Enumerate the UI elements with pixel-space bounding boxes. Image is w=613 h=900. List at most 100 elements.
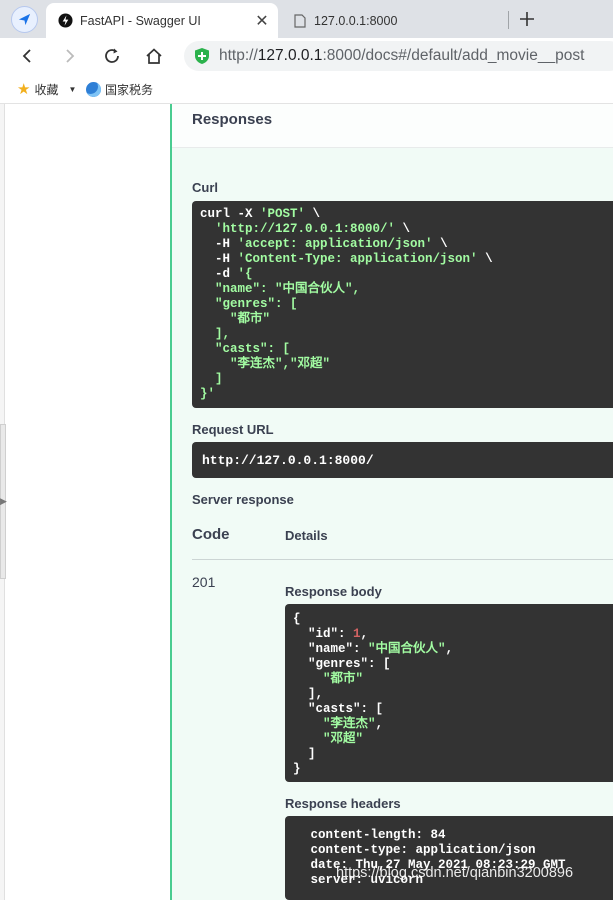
- code-token: -H: [200, 252, 238, 266]
- address-url: http://127.0.0.1:8000/docs#/default/add_…: [219, 47, 585, 64]
- code-token: ,: [445, 642, 454, 656]
- code-token: \: [432, 237, 448, 251]
- fastapi-favicon-icon: [58, 13, 73, 28]
- code-token: :: [338, 627, 354, 641]
- code-token: 1: [353, 627, 361, 641]
- code-line: "name": "中国合伙人",: [200, 282, 613, 297]
- tab-fastapi-swagger[interactable]: FastAPI - Swagger UI ✕: [46, 3, 278, 38]
- code-token: {: [293, 612, 301, 626]
- code-line: ]: [293, 747, 613, 762]
- code-token: 'accept: application/json': [237, 237, 433, 251]
- responses-header: Responses: [172, 104, 613, 148]
- column-header-code: Code: [192, 526, 230, 543]
- code-line: "genres": [: [200, 297, 613, 312]
- response-status-code: 201: [192, 574, 216, 590]
- code-token: :: [353, 642, 369, 656]
- left-pane: ▶: [0, 104, 170, 900]
- code-token: ,: [375, 717, 384, 731]
- tab-close-icon[interactable]: ✕: [252, 11, 272, 31]
- code-line: ],: [200, 327, 613, 342]
- code-line: "name": "中国合伙人",: [293, 642, 613, 657]
- code-token: ],: [293, 687, 324, 701]
- code-token: \: [477, 252, 493, 266]
- code-token: "都市": [200, 312, 271, 326]
- code-line: -H 'Content-Type: application/json' \: [200, 252, 613, 267]
- code-token: \: [305, 207, 321, 221]
- forward-arrow-icon[interactable]: [57, 43, 83, 69]
- request-url-label: Request URL: [192, 422, 274, 437]
- globe-search-icon: [86, 81, 101, 97]
- code-token: }': [200, 387, 216, 401]
- dropdown-caret-icon: ▼: [68, 84, 77, 94]
- code-token: : [: [368, 657, 391, 671]
- bookmark-label: 收藏: [34, 82, 59, 97]
- code-token: 'POST': [260, 207, 306, 221]
- response-headers-code-block[interactable]: content-length: 84 content-type: applica…: [285, 816, 613, 900]
- tab-title: 127.0.0.1:8000: [314, 13, 398, 28]
- response-body-code-block[interactable]: { "id": 1, "name": "中国合伙人", "genres": [ …: [285, 604, 613, 782]
- browser-toolbar: http://127.0.0.1:8000/docs#/default/add_…: [0, 38, 613, 74]
- tab-localhost[interactable]: 127.0.0.1:8000: [280, 3, 506, 38]
- code-line: 'http://127.0.0.1:8000/' \: [200, 222, 613, 237]
- code-line: }': [200, 387, 613, 402]
- code-token: ]: [200, 372, 223, 386]
- code-line: ],: [293, 687, 613, 702]
- page-favicon-icon: [292, 13, 307, 28]
- curl-label: Curl: [192, 180, 218, 195]
- secure-shield-icon: [195, 48, 209, 64]
- code-token: 'http://127.0.0.1:8000/': [200, 222, 396, 236]
- code-token: '{: [237, 267, 253, 281]
- code-line: "都市": [293, 672, 613, 687]
- code-token: ],: [200, 327, 231, 341]
- table-header-divider: [192, 559, 613, 560]
- code-token: "中国合伙人": [368, 642, 446, 656]
- code-line: -H 'accept: application/json' \: [200, 237, 613, 252]
- back-arrow-icon[interactable]: [14, 43, 40, 69]
- response-headers-label: Response headers: [285, 796, 401, 811]
- bookmark-tax[interactable]: 国家税务: [86, 80, 153, 98]
- code-line: {: [293, 612, 613, 627]
- address-bar[interactable]: http://127.0.0.1:8000/docs#/default/add_…: [184, 41, 613, 71]
- code-token: }: [293, 762, 301, 776]
- operation-panel-post: Responses Curl curl -X 'POST' \ 'http://…: [170, 104, 613, 900]
- bookmark-favorites[interactable]: ★ 收藏 ▼: [17, 80, 76, 98]
- code-line: "casts": [: [200, 342, 613, 357]
- reload-icon[interactable]: [99, 43, 125, 69]
- code-token: 'Content-Type: application/json': [237, 252, 478, 266]
- code-token: : [: [360, 702, 384, 716]
- bookmarks-bar: ★ 收藏 ▼ 国家税务: [0, 74, 613, 104]
- code-token: curl -X: [200, 207, 261, 221]
- header-line: content-type: application/json: [303, 843, 544, 857]
- star-icon: ★: [17, 81, 31, 98]
- response-body-label: Response body: [285, 584, 382, 599]
- code-token: "genres": [293, 657, 369, 671]
- tab-divider: [508, 11, 509, 29]
- code-token: ]: [293, 747, 316, 761]
- expand-arrow-icon[interactable]: ▶: [0, 496, 7, 507]
- code-token: "邓超": [293, 732, 364, 746]
- code-token: "name": "中国合伙人",: [200, 282, 361, 296]
- code-line: "genres": [: [293, 657, 613, 672]
- code-token: -H: [200, 237, 238, 251]
- code-line: ]: [200, 372, 613, 387]
- code-token: "casts": [: [200, 342, 291, 356]
- watermark: https://blog.csdn.net/qianbin3200896: [336, 865, 574, 881]
- code-token: "李连杰","邓超": [200, 357, 331, 371]
- code-token: "casts": [293, 702, 361, 716]
- tab-title: FastAPI - Swagger UI: [80, 13, 201, 28]
- request-url-block[interactable]: http://127.0.0.1:8000/: [192, 442, 613, 478]
- column-header-details: Details: [285, 528, 328, 543]
- browser-logo-icon[interactable]: [11, 6, 38, 33]
- code-token: "都市": [293, 672, 364, 686]
- home-icon[interactable]: [141, 43, 167, 69]
- code-token: "genres": [: [200, 297, 298, 311]
- browser-tab-strip: FastAPI - Swagger UI ✕ 127.0.0.1:8000: [0, 0, 613, 38]
- curl-code-block[interactable]: curl -X 'POST' \ 'http://127.0.0.1:8000/…: [192, 201, 613, 408]
- code-line: "casts": [: [293, 702, 613, 717]
- code-token: \: [395, 222, 411, 236]
- code-line: "都市": [200, 312, 613, 327]
- new-tab-plus-icon[interactable]: [514, 6, 540, 32]
- code-line: -d '{: [200, 267, 613, 282]
- code-token: -d: [200, 267, 238, 281]
- code-token: ,: [360, 627, 369, 641]
